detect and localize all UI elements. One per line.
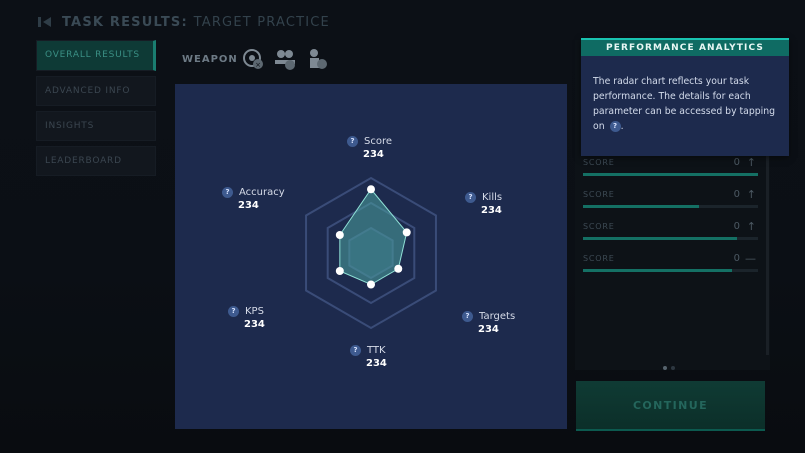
page-title: TASK RESULTS: TARGET PRACTICE bbox=[62, 14, 330, 30]
trend-flat-icon: — bbox=[745, 252, 756, 265]
score-bar bbox=[583, 173, 758, 176]
nav-item-insights[interactable]: INSIGHTS bbox=[36, 111, 156, 141]
help-icon[interactable]: ? bbox=[228, 306, 239, 317]
axis-label-targets: ? Targets 234 bbox=[462, 311, 515, 335]
continue-button[interactable]: CONTINUE bbox=[576, 381, 765, 431]
score-row: SCORE 0 — bbox=[583, 252, 758, 278]
nav-item-overall-results[interactable]: OVERALL RESULTS bbox=[36, 40, 156, 71]
score-row: SCORE 0 ↑ bbox=[583, 220, 758, 246]
radar-point-kills bbox=[402, 228, 411, 237]
tooltip-body: The radar chart reflects your task perfo… bbox=[593, 76, 776, 132]
score-label: SCORE bbox=[583, 222, 615, 231]
score-row: SCORE 0 ↑ bbox=[583, 188, 758, 214]
score-bar-fill bbox=[583, 173, 758, 176]
crosshair-icon[interactable]: × bbox=[240, 46, 266, 72]
radar-point-accuracy bbox=[335, 231, 344, 239]
axis-label-kps: ? KPS 234 bbox=[228, 306, 265, 330]
score-value: 0 bbox=[733, 253, 740, 264]
score-value: 0 bbox=[733, 189, 740, 200]
page-dot[interactable] bbox=[671, 366, 675, 370]
help-icon[interactable]: ? bbox=[350, 345, 361, 356]
svg-text:×: × bbox=[255, 61, 261, 69]
score-bar bbox=[583, 205, 758, 208]
axis-value-score: 234 bbox=[363, 149, 384, 160]
radar-point-score bbox=[367, 185, 375, 194]
sniper-team-icon[interactable] bbox=[272, 46, 298, 72]
radar-point-ttk bbox=[367, 280, 375, 289]
nav-item-advanced-info[interactable]: ADVANCED INFO bbox=[36, 76, 156, 106]
scrollbar[interactable] bbox=[766, 150, 769, 355]
radar-point-kps bbox=[335, 267, 344, 275]
trend-up-icon: ↑ bbox=[746, 220, 756, 233]
score-bar-fill bbox=[583, 237, 737, 240]
axis-value-kps: 234 bbox=[244, 319, 265, 330]
weapon-label: WEAPON bbox=[182, 53, 238, 65]
nav-item-label: LEADERBOARD bbox=[45, 155, 122, 166]
axis-value-accuracy: 234 bbox=[238, 200, 259, 211]
page-indicator bbox=[663, 366, 675, 370]
radar-point-targets bbox=[394, 264, 403, 273]
score-bar bbox=[583, 269, 758, 272]
weapon-row: WEAPON × bbox=[170, 42, 565, 76]
axis-value-ttk: 234 bbox=[366, 358, 387, 369]
results-nav: OVERALL RESULTS ADVANCED INFO INSIGHTS L… bbox=[36, 40, 156, 181]
score-value: 0 bbox=[733, 157, 740, 168]
score-value: 0 bbox=[733, 221, 740, 232]
help-icon[interactable]: ? bbox=[465, 192, 476, 203]
score-row: SCORE 0 ↑ bbox=[583, 156, 758, 182]
trend-up-icon: ↑ bbox=[746, 188, 756, 201]
axis-label-accuracy: ? Accuracy 234 bbox=[222, 187, 285, 211]
help-icon[interactable]: ? bbox=[347, 136, 358, 147]
axis-value-kills: 234 bbox=[481, 205, 502, 216]
performance-analytics-tooltip: PERFORMANCE ANALYTICS The radar chart re… bbox=[581, 38, 789, 156]
axis-label-score: ? Score 234 bbox=[347, 136, 392, 160]
trend-up-icon: ↑ bbox=[746, 156, 756, 169]
score-label: SCORE bbox=[583, 254, 615, 263]
score-bar-fill bbox=[583, 269, 732, 272]
radar-chart-panel: ? Score 234 ? Kills 234 ? Targets 234 ? TTK … bbox=[175, 84, 567, 429]
soldier-icon[interactable] bbox=[304, 46, 330, 72]
back-arrow-icon[interactable] bbox=[38, 16, 52, 28]
score-label: SCORE bbox=[583, 158, 615, 167]
nav-item-leaderboard[interactable]: LEADERBOARD bbox=[36, 146, 156, 176]
nav-item-label: ADVANCED INFO bbox=[45, 85, 131, 96]
score-label: SCORE bbox=[583, 190, 615, 199]
score-bar bbox=[583, 237, 758, 240]
nav-item-label: INSIGHTS bbox=[45, 120, 95, 131]
nav-item-label: OVERALL RESULTS bbox=[45, 50, 140, 60]
score-bar-fill bbox=[583, 205, 699, 208]
help-icon[interactable]: ? bbox=[462, 311, 473, 322]
help-icon[interactable]: ? bbox=[222, 187, 233, 198]
axis-value-targets: 234 bbox=[478, 324, 499, 335]
page-dot-active[interactable] bbox=[663, 366, 667, 370]
help-icon: ? bbox=[609, 121, 621, 132]
tooltip-title: PERFORMANCE ANALYTICS bbox=[581, 38, 789, 56]
axis-label-kills: ? Kills 234 bbox=[465, 192, 502, 216]
page-header: TASK RESULTS: TARGET PRACTICE bbox=[38, 12, 330, 32]
axis-label-ttk: ? TTK 234 bbox=[350, 345, 387, 369]
continue-label: CONTINUE bbox=[632, 398, 709, 412]
